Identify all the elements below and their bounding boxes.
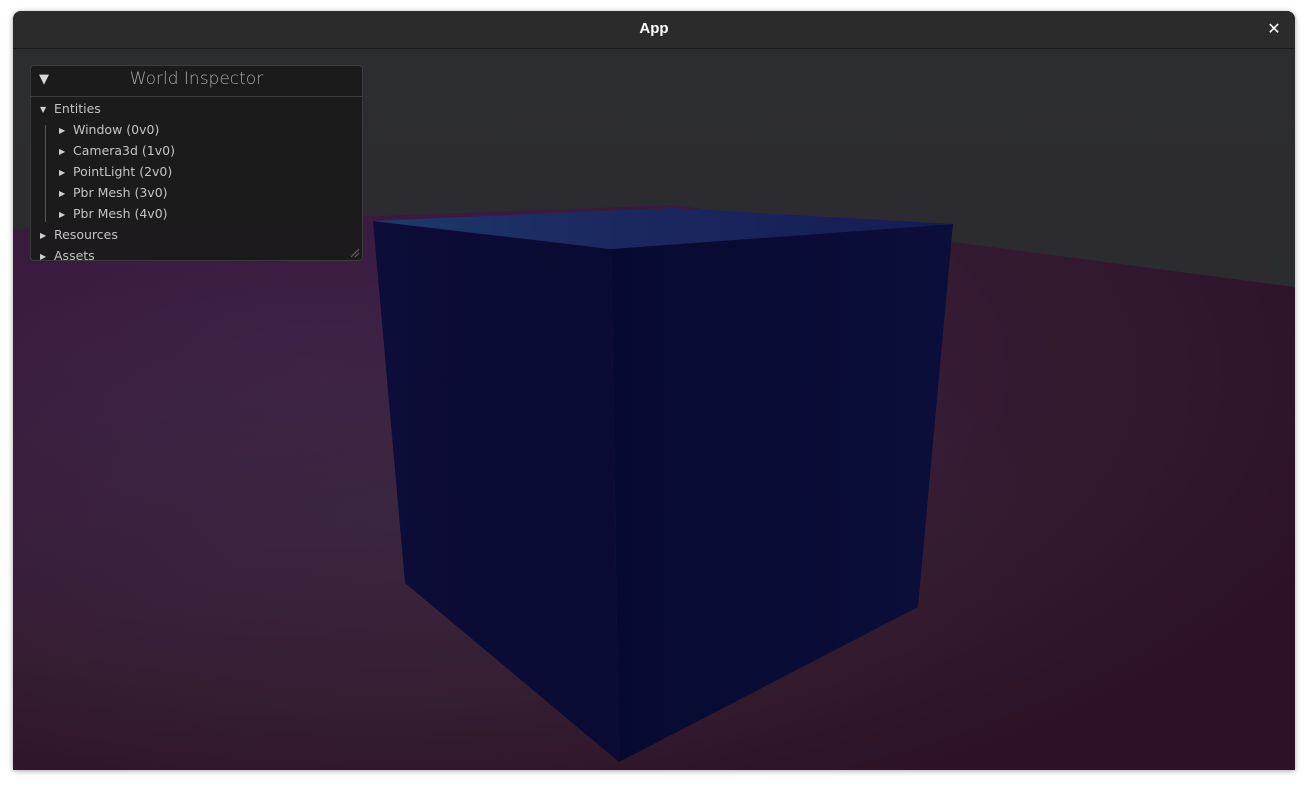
tree-item-label: Pbr Mesh (3v0) — [73, 185, 168, 200]
tree-item-assets[interactable]: ▶ Assets — [40, 246, 95, 261]
collapsed-arrow-icon: ▶ — [59, 168, 66, 177]
tree-item-label: Entities — [54, 101, 101, 116]
resize-handle-icon[interactable] — [350, 248, 360, 258]
tree-item-resources[interactable]: ▶ Resources — [40, 225, 118, 245]
expanded-arrow-icon: ▼ — [40, 105, 47, 114]
3d-viewport[interactable]: ▼ World Inspector ▼ Entities ▶ Window (0v0… — [13, 49, 1295, 770]
title-bar[interactable]: App ✕ — [13, 11, 1295, 49]
tree-item-entity[interactable]: ▶ Window (0v0) — [59, 120, 159, 140]
close-button[interactable]: ✕ — [1263, 17, 1285, 41]
inspector-header[interactable]: ▼ World Inspector — [31, 66, 362, 97]
tree-item-label: Resources — [54, 227, 118, 242]
tree-item-entity[interactable]: ▶ Pbr Mesh (4v0) — [59, 204, 168, 224]
collapsed-arrow-icon: ▶ — [59, 210, 66, 219]
close-icon: ✕ — [1267, 19, 1281, 38]
collapsed-arrow-icon: ▶ — [40, 231, 47, 240]
inspector-title: World Inspector — [129, 69, 264, 89]
app-window: App ✕ ▼ World Inspector ▼ Entities ▶ Win… — [13, 11, 1295, 770]
tree-item-label: Camera3d (1v0) — [73, 143, 175, 158]
tree-item-entity[interactable]: ▶ Camera3d (1v0) — [59, 141, 175, 161]
tree-item-entity[interactable]: ▶ PointLight (2v0) — [59, 162, 172, 182]
collapsed-arrow-icon: ▶ — [59, 189, 66, 198]
world-inspector-panel[interactable]: ▼ World Inspector ▼ Entities ▶ Window (0v0… — [30, 65, 363, 261]
collapsed-arrow-icon: ▶ — [59, 126, 66, 135]
tree-item-label: PointLight (2v0) — [73, 164, 173, 179]
tree-item-label: Window (0v0) — [73, 122, 160, 137]
window-title: App — [639, 20, 669, 37]
tree-item-label: Assets — [54, 248, 95, 261]
tree-indent-guide — [45, 125, 46, 222]
tree-item-label: Pbr Mesh (4v0) — [73, 206, 168, 221]
tree-item-entities[interactable]: ▼ Entities — [40, 99, 101, 119]
tree-item-entity[interactable]: ▶ Pbr Mesh (3v0) — [59, 183, 168, 203]
collapsed-arrow-icon: ▶ — [40, 252, 47, 261]
collapsed-arrow-icon: ▶ — [59, 147, 66, 156]
